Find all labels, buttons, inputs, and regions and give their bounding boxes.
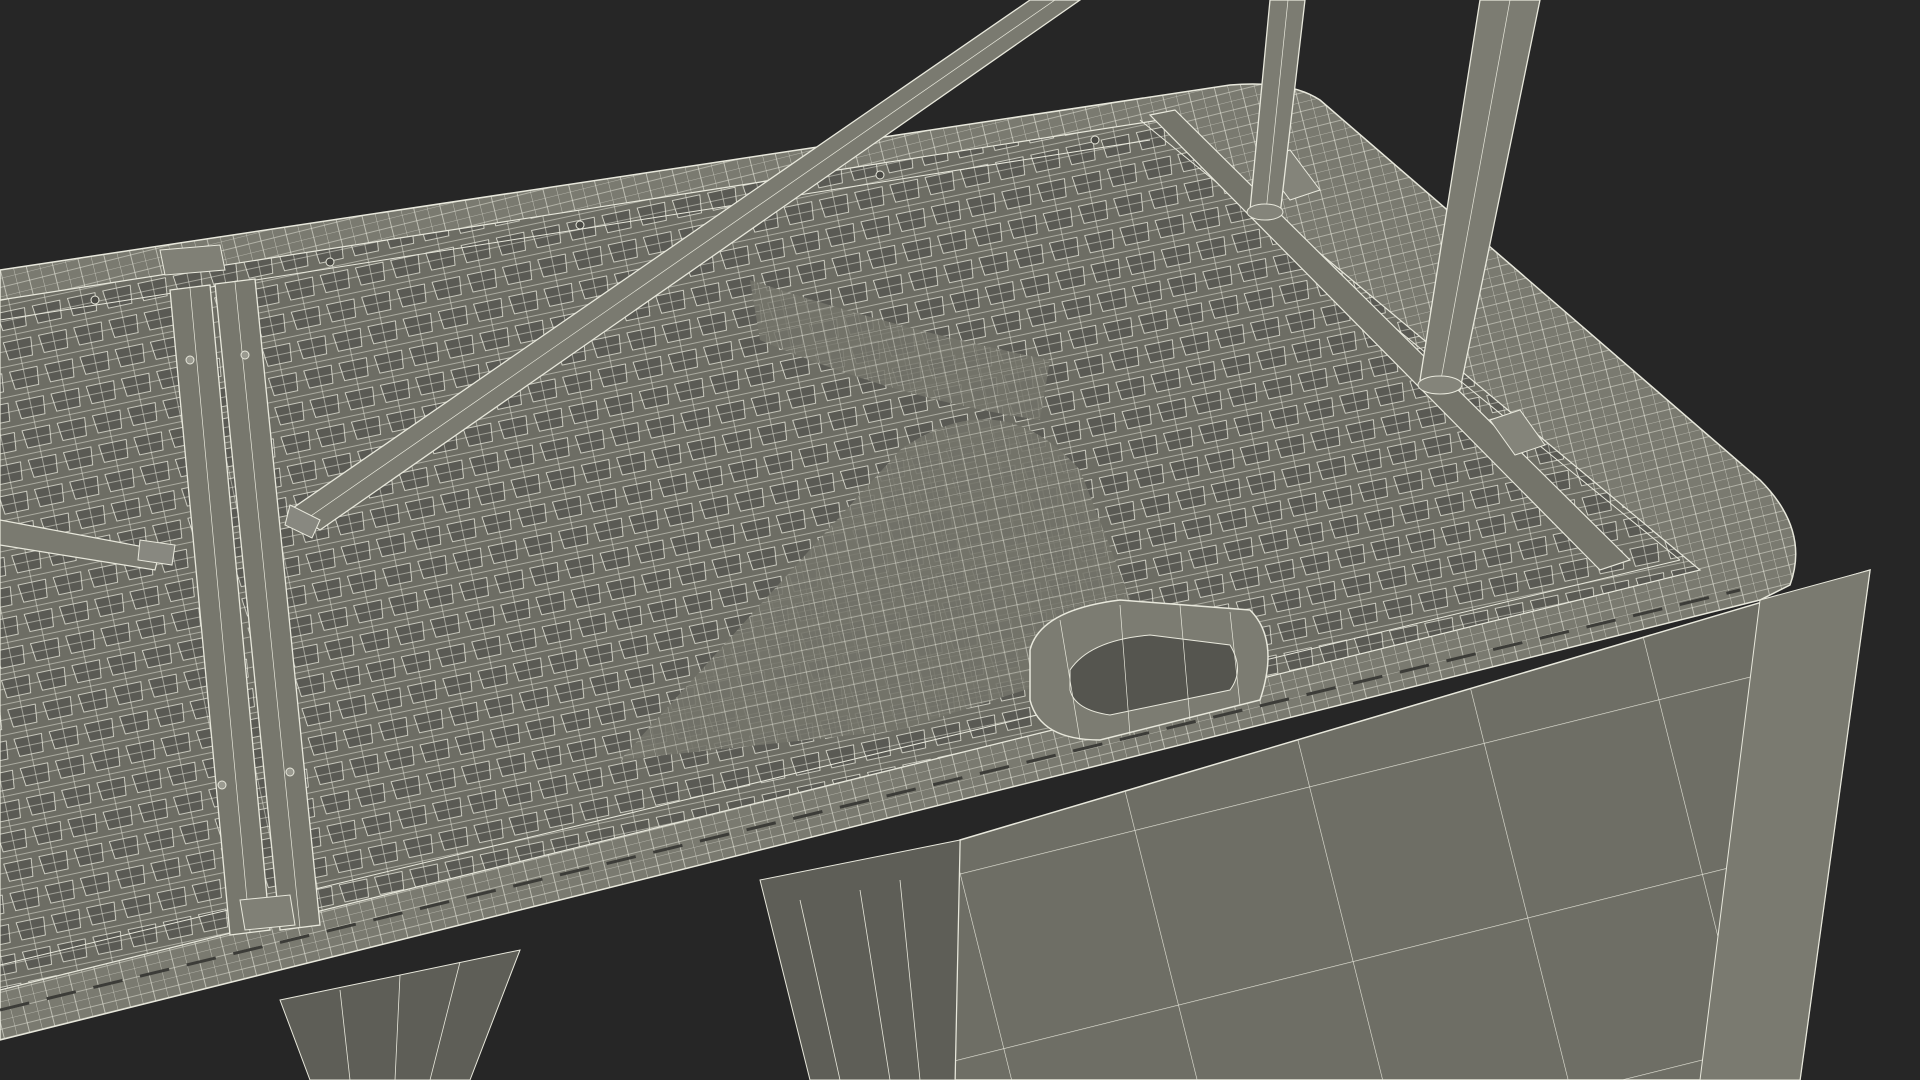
3d-viewport[interactable] (0, 0, 1920, 1080)
wireframe-render (0, 0, 1871, 1080)
